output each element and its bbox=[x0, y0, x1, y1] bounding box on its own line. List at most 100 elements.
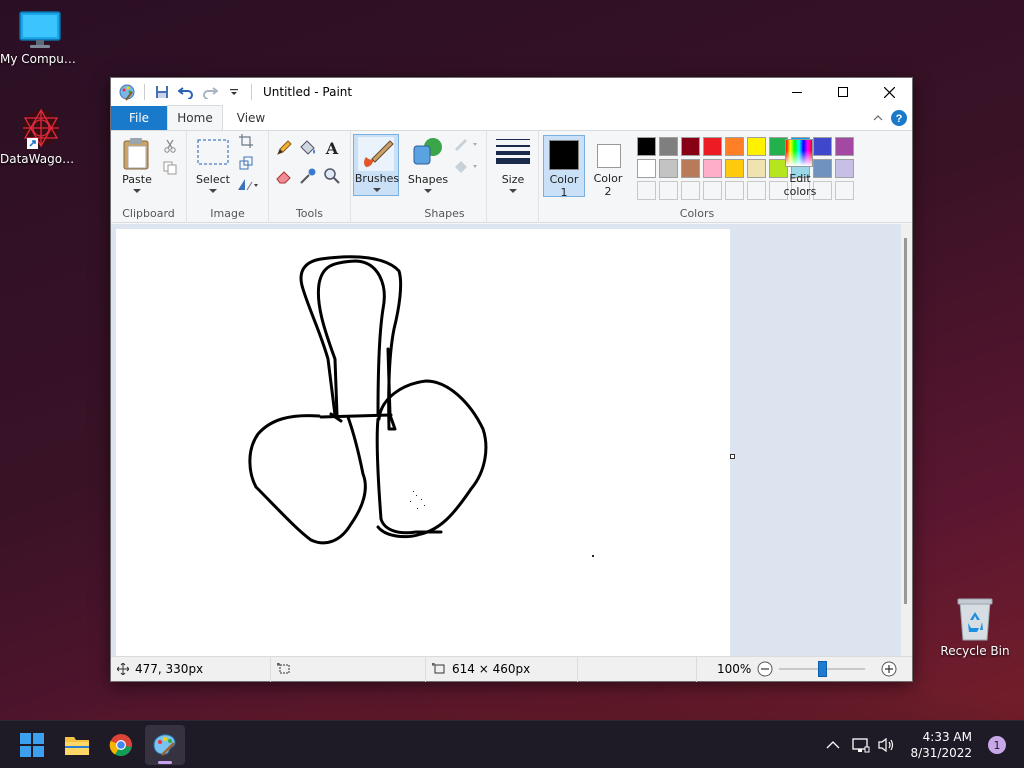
text-tool-icon[interactable]: A bbox=[323, 139, 341, 157]
color1-label-line2: 1 bbox=[560, 186, 568, 199]
palette-swatch-empty[interactable] bbox=[835, 181, 854, 200]
svg-text:A: A bbox=[325, 139, 339, 157]
save-icon[interactable] bbox=[152, 82, 172, 102]
palette-swatch-empty[interactable] bbox=[703, 181, 722, 200]
paint-app-icon[interactable] bbox=[117, 82, 137, 102]
rotate-icon[interactable] bbox=[237, 177, 259, 191]
taskbar-chrome[interactable] bbox=[101, 725, 141, 765]
palette-swatch[interactable] bbox=[725, 137, 744, 156]
palette-swatch[interactable] bbox=[835, 137, 854, 156]
image-group-label: Image bbox=[210, 207, 245, 220]
fill-bucket-icon[interactable] bbox=[299, 139, 317, 157]
palette-swatch-empty[interactable] bbox=[747, 181, 766, 200]
shapes-icon bbox=[413, 138, 442, 165]
minimize-button[interactable] bbox=[774, 78, 820, 106]
magnifier-icon[interactable] bbox=[323, 167, 341, 185]
palette-swatch[interactable] bbox=[747, 137, 766, 156]
window-controls bbox=[774, 78, 912, 106]
collapse-ribbon-chevron-icon[interactable] bbox=[872, 112, 884, 124]
palette-swatch[interactable] bbox=[747, 159, 766, 178]
toolbar-separator bbox=[251, 84, 252, 100]
image-group: Select Image bbox=[187, 131, 269, 223]
start-button[interactable] bbox=[12, 725, 52, 765]
cut-icon[interactable] bbox=[163, 139, 177, 153]
outline-icon[interactable] bbox=[453, 137, 479, 151]
color2-button[interactable]: Color 2 bbox=[587, 135, 629, 198]
tab-view[interactable]: View bbox=[223, 106, 279, 130]
window-title: Untitled - Paint bbox=[263, 85, 353, 99]
shapes-label: Shapes bbox=[407, 173, 449, 186]
windows-logo-icon bbox=[20, 733, 44, 757]
palette-swatch[interactable] bbox=[835, 159, 854, 178]
brushes-label: Brushes bbox=[354, 172, 400, 185]
palette-swatch[interactable] bbox=[725, 159, 744, 178]
desktop-icon-datawagon[interactable]: DataWagon... bbox=[0, 106, 80, 166]
cursor-crosshair-icon bbox=[117, 663, 129, 675]
brushes-button[interactable]: Brushes bbox=[353, 134, 399, 196]
chevron-up-icon[interactable] bbox=[826, 740, 840, 750]
ribbon-tab-controls: ? bbox=[872, 109, 908, 127]
edit-colors-button[interactable]: Edit colors bbox=[777, 135, 823, 198]
edit-colors-line2: colors bbox=[783, 185, 817, 198]
fill-icon[interactable] bbox=[453, 159, 479, 173]
palette-swatch-empty[interactable] bbox=[637, 181, 656, 200]
palette-swatch[interactable] bbox=[637, 137, 656, 156]
palette-swatch[interactable] bbox=[703, 159, 722, 178]
palette-swatch[interactable] bbox=[681, 137, 700, 156]
size-button[interactable]: Size bbox=[491, 135, 535, 195]
zoom-slider[interactable] bbox=[779, 661, 866, 677]
drawing-canvas[interactable] bbox=[116, 229, 730, 656]
close-button[interactable] bbox=[866, 78, 912, 106]
customize-toolbar-chevron-icon[interactable] bbox=[224, 82, 244, 102]
canvas-workspace bbox=[111, 224, 903, 656]
palette-swatch[interactable] bbox=[637, 159, 656, 178]
palette-swatch-empty[interactable] bbox=[659, 181, 678, 200]
palette-swatch[interactable] bbox=[659, 137, 678, 156]
recycle-bin-icon bbox=[957, 598, 993, 641]
zoom-segment: 100% bbox=[697, 657, 897, 682]
palette-swatch-empty[interactable] bbox=[725, 181, 744, 200]
crop-icon[interactable] bbox=[239, 134, 253, 148]
clock[interactable]: 4:33 AM 8/31/2022 bbox=[910, 729, 972, 761]
color1-button[interactable]: Color 1 bbox=[543, 135, 585, 199]
desktop-icon-recycle-bin[interactable]: Recycle Bin bbox=[935, 596, 1015, 658]
palette-swatch[interactable] bbox=[659, 159, 678, 178]
cursor-position: 477, 330px bbox=[135, 662, 204, 676]
canvas-size-icon bbox=[432, 663, 445, 674]
vertical-scrollbar[interactable] bbox=[901, 224, 912, 656]
canvas-size-segment: 614 × 460px bbox=[426, 656, 578, 682]
paste-button[interactable]: Paste bbox=[117, 135, 157, 195]
shapes-button[interactable]: Shapes bbox=[405, 135, 451, 195]
palette-swatch[interactable] bbox=[681, 159, 700, 178]
pencil-icon[interactable] bbox=[275, 139, 293, 157]
copy-icon[interactable] bbox=[163, 161, 177, 175]
taskbar-file-explorer[interactable] bbox=[57, 725, 97, 765]
zoom-slider-thumb[interactable] bbox=[818, 661, 828, 677]
palette-swatch-empty[interactable] bbox=[681, 181, 700, 200]
volume-icon[interactable] bbox=[878, 737, 896, 753]
system-tray: 4:33 AM 8/31/2022 1 bbox=[826, 721, 1024, 768]
taskbar-paint[interactable] bbox=[145, 725, 185, 765]
notification-badge[interactable]: 1 bbox=[988, 736, 1006, 754]
maximize-button[interactable] bbox=[820, 78, 866, 106]
palette-swatch[interactable] bbox=[703, 137, 722, 156]
active-app-indicator bbox=[158, 761, 172, 764]
color-picker-icon[interactable] bbox=[299, 167, 317, 185]
network-icon[interactable] bbox=[852, 737, 870, 753]
tab-home[interactable]: Home bbox=[167, 105, 223, 130]
resize-icon[interactable] bbox=[239, 156, 253, 170]
help-icon[interactable]: ? bbox=[890, 109, 908, 127]
eraser-icon[interactable] bbox=[275, 167, 293, 185]
select-button[interactable]: Select bbox=[193, 135, 233, 195]
redo-icon[interactable] bbox=[200, 82, 220, 102]
zoom-in-icon[interactable] bbox=[881, 661, 897, 677]
undo-icon[interactable] bbox=[176, 82, 196, 102]
scrollbar-thumb[interactable] bbox=[904, 238, 907, 604]
desktop-icon-my-computer[interactable]: My Computer bbox=[0, 10, 80, 66]
colors-group-label: Colors bbox=[679, 207, 715, 220]
paste-label: Paste bbox=[122, 173, 152, 186]
zoom-out-icon[interactable] bbox=[757, 661, 773, 677]
canvas-resize-handle[interactable] bbox=[730, 454, 735, 459]
tab-file[interactable]: File bbox=[111, 106, 167, 130]
clipboard-group-label: Clipboard bbox=[122, 207, 175, 220]
